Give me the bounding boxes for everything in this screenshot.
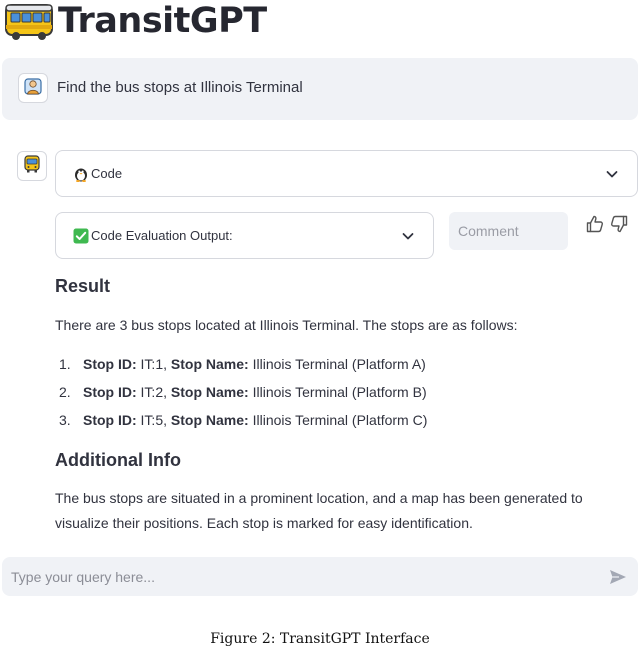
stop-name-label: Stop Name: [170,356,249,372]
stop-id-value: IT:2 [140,384,164,400]
list-item: 2. Stop ID: IT:2, Stop Name: Illinois Te… [59,380,427,408]
stop-id-value: IT:1 [140,356,164,372]
list-item-number: 1. [59,356,71,372]
chevron-down-icon[interactable] [605,167,619,181]
figure-caption: Figure 2: TransitGPT Interface [210,631,430,647]
stop-list: 1. Stop ID: IT:1, Stop Name: Illinois Te… [59,352,427,436]
list-item-number: 2. [59,384,71,400]
app-header: TransitGPT [4,0,267,42]
send-icon[interactable] [608,567,628,587]
code-evaluation-expander[interactable]: Code Evaluation Output: [55,212,434,259]
stop-id-label: Stop ID: [83,356,137,372]
thumbs-up-icon[interactable] [585,214,605,234]
result-intro: There are 3 bus stops located at Illinoi… [55,317,518,333]
code-expander[interactable]: Code [55,150,638,197]
list-item: 1. Stop ID: IT:1, Stop Name: Illinois Te… [59,352,427,380]
comment-input[interactable] [449,212,568,250]
list-item: 3. Stop ID: IT:5, Stop Name: Illinois Te… [59,408,427,436]
user-avatar [18,73,48,103]
bus-icon [4,1,54,41]
user-message: Find the bus stops at Illinois Terminal [2,58,638,120]
code-expander-label: Code [91,166,123,181]
stop-name-label: Stop Name: [170,384,249,400]
chevron-down-icon[interactable] [401,229,415,243]
code-evaluation-label: Code Evaluation Output: [91,228,233,243]
user-message-text: Find the bus stops at Illinois Terminal [57,79,303,96]
person-avatar-icon [23,76,43,101]
assistant-avatar [17,151,47,181]
check-mark-icon [73,228,89,244]
app-title: TransitGPT [58,1,267,41]
stop-name-label: Stop Name: [170,412,249,428]
penguin-icon [73,166,89,182]
additional-info-text: The bus stops are situated in a prominen… [55,490,583,531]
stop-id-label: Stop ID: [83,412,137,428]
stop-name-value: Illinois Terminal (Platform A) [252,356,426,372]
stop-id-value: IT:5 [140,412,164,428]
thumbs-down-icon[interactable] [609,214,629,234]
additional-info-heading: Additional Info [55,450,181,470]
stop-name-value: Illinois Terminal (Platform B) [252,384,427,400]
stop-id-label: Stop ID: [83,384,137,400]
stop-name-value: Illinois Terminal (Platform C) [252,412,428,428]
list-item-number: 3. [59,412,71,428]
bus-avatar-icon [23,154,41,179]
chat-query-input[interactable] [2,557,592,596]
chat-input-bar [2,557,638,596]
result-heading: Result [55,276,111,296]
